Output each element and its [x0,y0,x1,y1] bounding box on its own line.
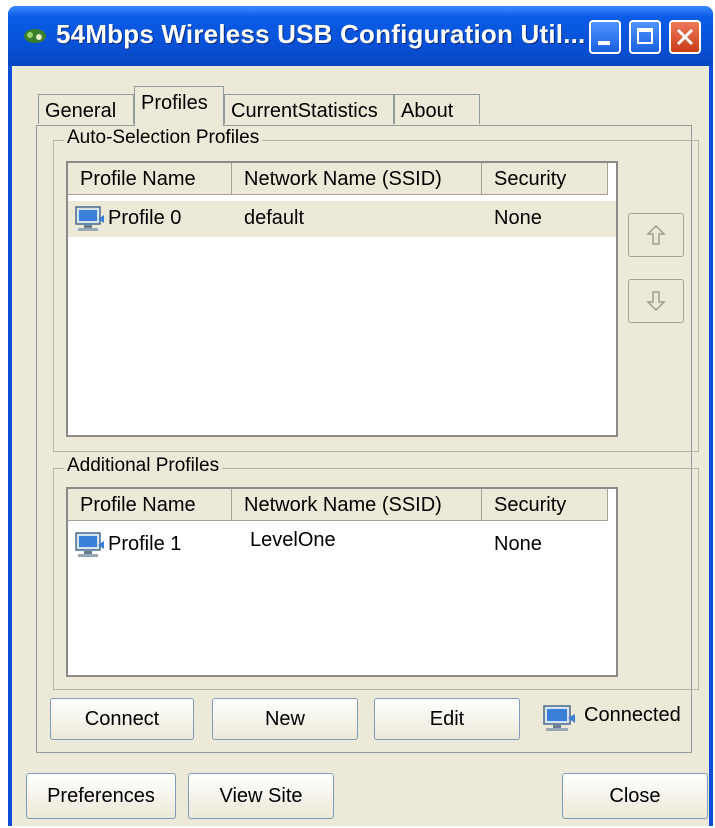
tab-label: CurrentStatistics [231,100,378,122]
move-down-button[interactable] [628,279,684,323]
ssid-cell: LevelOne [250,529,336,551]
additional-profiles-group: Additional Profiles Profile Name Network… [53,455,699,690]
computer-icon [543,705,575,731]
wireless-app-icon [24,29,46,43]
column-network-name[interactable]: Network Name (SSID) [232,489,482,521]
minimize-button[interactable] [589,20,621,54]
edit-button[interactable]: Edit [374,698,520,740]
additional-profiles-list[interactable]: Profile Name Network Name (SSID) Securit… [66,487,618,677]
computer-icon [75,206,104,231]
table-row[interactable]: Profile 1 LevelOne None [68,527,616,563]
profiles-panel: Auto-Selection Profiles Profile Name Net… [36,125,699,753]
status-text: Connected [584,704,681,726]
tab-label: Profiles [141,92,208,114]
close-button[interactable]: Close [562,773,708,819]
group-label: Auto-Selection Profiles [64,127,263,149]
list-header: Profile Name Network Name (SSID) Securit… [68,163,616,197]
view-site-button[interactable]: View Site [188,773,334,819]
close-icon [676,28,694,46]
table-row[interactable]: Profile 0 default None [68,201,616,237]
list-header: Profile Name Network Name (SSID) Securit… [68,489,616,523]
column-profile-name[interactable]: Profile Name [68,163,232,195]
tab-label: General [45,100,117,122]
app-window: 54Mbps Wireless USB Configuration Util..… [8,6,713,826]
arrow-up-icon [646,224,666,245]
tab-general[interactable]: General [38,94,134,124]
title-bar[interactable]: 54Mbps Wireless USB Configuration Util..… [8,6,713,66]
column-network-name[interactable]: Network Name (SSID) [232,163,482,195]
security-cell: None [494,207,542,229]
auto-selection-group: Auto-Selection Profiles Profile Name Net… [53,127,699,452]
profile-name-cell: Profile 1 [108,533,182,555]
column-security[interactable]: Security [482,489,608,521]
tab-current-statistics[interactable]: CurrentStatistics [224,94,394,124]
move-up-button[interactable] [628,213,684,257]
column-security[interactable]: Security [482,163,608,195]
window-title: 54Mbps Wireless USB Configuration Util..… [56,19,586,49]
connect-button[interactable]: Connect [50,698,194,740]
arrow-down-icon [646,291,666,312]
maximize-button[interactable] [629,20,661,54]
computer-icon [75,532,104,557]
tab-label: About [401,100,454,122]
security-cell: None [494,533,542,555]
close-window-button[interactable] [669,20,701,54]
auto-selection-list[interactable]: Profile Name Network Name (SSID) Securit… [66,161,618,437]
profile-name-cell: Profile 0 [108,207,182,229]
group-label: Additional Profiles [64,455,223,477]
ssid-cell: default [244,207,305,229]
preferences-button[interactable]: Preferences [26,773,176,819]
tab-about[interactable]: About [394,94,480,124]
new-button[interactable]: New [212,698,358,740]
tab-profiles[interactable]: Profiles [134,86,224,126]
column-profile-name[interactable]: Profile Name [68,489,232,521]
dialog-body: General Profiles CurrentStatistics About… [12,66,709,826]
